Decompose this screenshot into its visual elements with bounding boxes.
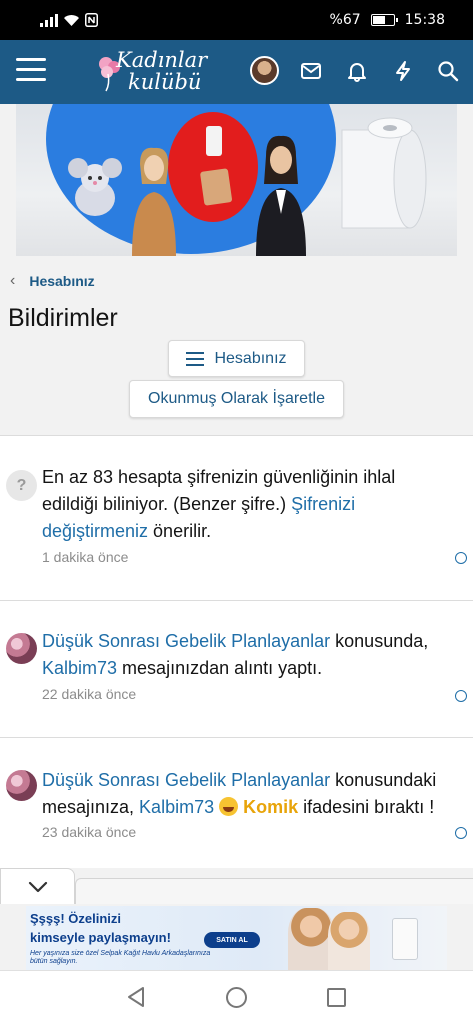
site-logo[interactable]: Kadınlar kulübü (96, 44, 226, 100)
notification-text: En az 83 hesapta şifrenizin güvenliğinin… (42, 467, 396, 541)
signal-icon (40, 13, 58, 27)
promo-banner[interactable] (16, 104, 457, 256)
mark-read-toggle[interactable] (455, 827, 467, 839)
laughing-emoji-icon (219, 797, 239, 816)
unknown-user-icon: ? (6, 470, 37, 501)
user-link[interactable]: Kalbim73 (42, 658, 117, 678)
bell-icon[interactable] (346, 60, 368, 82)
user-avatar[interactable] (6, 633, 37, 664)
ad-subtext: Her yaşınıza size özel Selpak Kağıt Havl… (30, 950, 211, 965)
thread-link[interactable]: Düşük Sonrası Gebelik Planlayanlar (42, 631, 330, 651)
menu-icon[interactable] (16, 58, 46, 84)
chevron-left-icon: ‹ (10, 272, 16, 289)
notification-time: 22 dakika önce (42, 686, 137, 702)
notification-time: 1 dakika önce (42, 549, 129, 565)
notification-item[interactable]: Düşük Sonrası Gebelik Planlayanlar konus… (0, 738, 473, 868)
paper-towel-image (341, 117, 427, 229)
collapse-ad-button[interactable] (0, 868, 75, 904)
list-icon (186, 348, 205, 370)
page-title: Bildirimler (8, 304, 118, 332)
back-triangle-icon[interactable] (126, 986, 146, 1008)
bottom-ad-bar (75, 878, 473, 904)
breadcrumb[interactable]: ‹ Hesabınız (10, 272, 95, 290)
search-icon[interactable] (437, 60, 459, 82)
ad-headline: kimseyle paylaşmayın! (30, 930, 171, 945)
product-pack-image (200, 126, 232, 206)
notification-time: 23 dakika önce (42, 824, 137, 840)
wifi-icon (64, 14, 79, 26)
thread-link[interactable]: Düşük Sonrası Gebelik Planlayanlar (42, 770, 330, 790)
logo-text-line2: kulübü (128, 70, 202, 94)
account-button[interactable]: Hesabınız (168, 340, 305, 377)
chevron-down-icon (28, 881, 47, 892)
clock: 15:38 (404, 12, 445, 28)
status-bar: %67 15:38 (0, 0, 473, 40)
account-button-label: Hesabınız (214, 349, 287, 367)
user-avatar[interactable] (250, 56, 279, 85)
mark-read-toggle[interactable] (455, 552, 467, 564)
lightning-icon[interactable] (392, 60, 414, 82)
nfc-icon (85, 13, 98, 27)
woman-photo (132, 147, 176, 256)
battery-percent: %67 (329, 12, 361, 28)
mouse-mascot-image (68, 158, 122, 216)
user-link[interactable]: Kalbim73 (139, 797, 214, 817)
home-circle-icon[interactable] (226, 987, 247, 1008)
mail-icon[interactable] (300, 60, 322, 82)
notification-text: Düşük Sonrası Gebelik Planlayanlar konus… (42, 770, 437, 817)
system-nav-bar (0, 970, 473, 1024)
notification-text: Düşük Sonrası Gebelik Planlayanlar konus… (42, 631, 429, 678)
woman-photo (256, 135, 306, 256)
mark-read-toggle[interactable] (455, 690, 467, 702)
recent-apps-icon[interactable] (327, 988, 346, 1007)
breadcrumb-link[interactable]: Hesabınız (29, 273, 94, 289)
ad-product-image (392, 918, 418, 960)
logo-text-line1: Kadınlar (116, 48, 208, 72)
ad-model-image (328, 912, 370, 970)
reaction-label: Komik (243, 797, 299, 817)
ad-headline: Şşşş! Özelinizi (30, 911, 122, 926)
bottom-ad[interactable]: Şşşş! Özelinizi kimseyle paylaşmayın! He… (26, 906, 447, 970)
mark-read-button[interactable]: Okunmuş Olarak İşaretle (129, 380, 344, 418)
notification-item[interactable]: Düşük Sonrası Gebelik Planlayanlar konus… (0, 601, 473, 737)
app-header: Kadınlar kulübü (0, 40, 473, 104)
ad-buy-button[interactable]: SATIN AL (204, 932, 260, 948)
notification-item[interactable]: ? En az 83 hesapta şifrenizin güvenliğin… (0, 436, 473, 600)
battery-icon (370, 14, 398, 26)
user-avatar[interactable] (6, 770, 37, 801)
